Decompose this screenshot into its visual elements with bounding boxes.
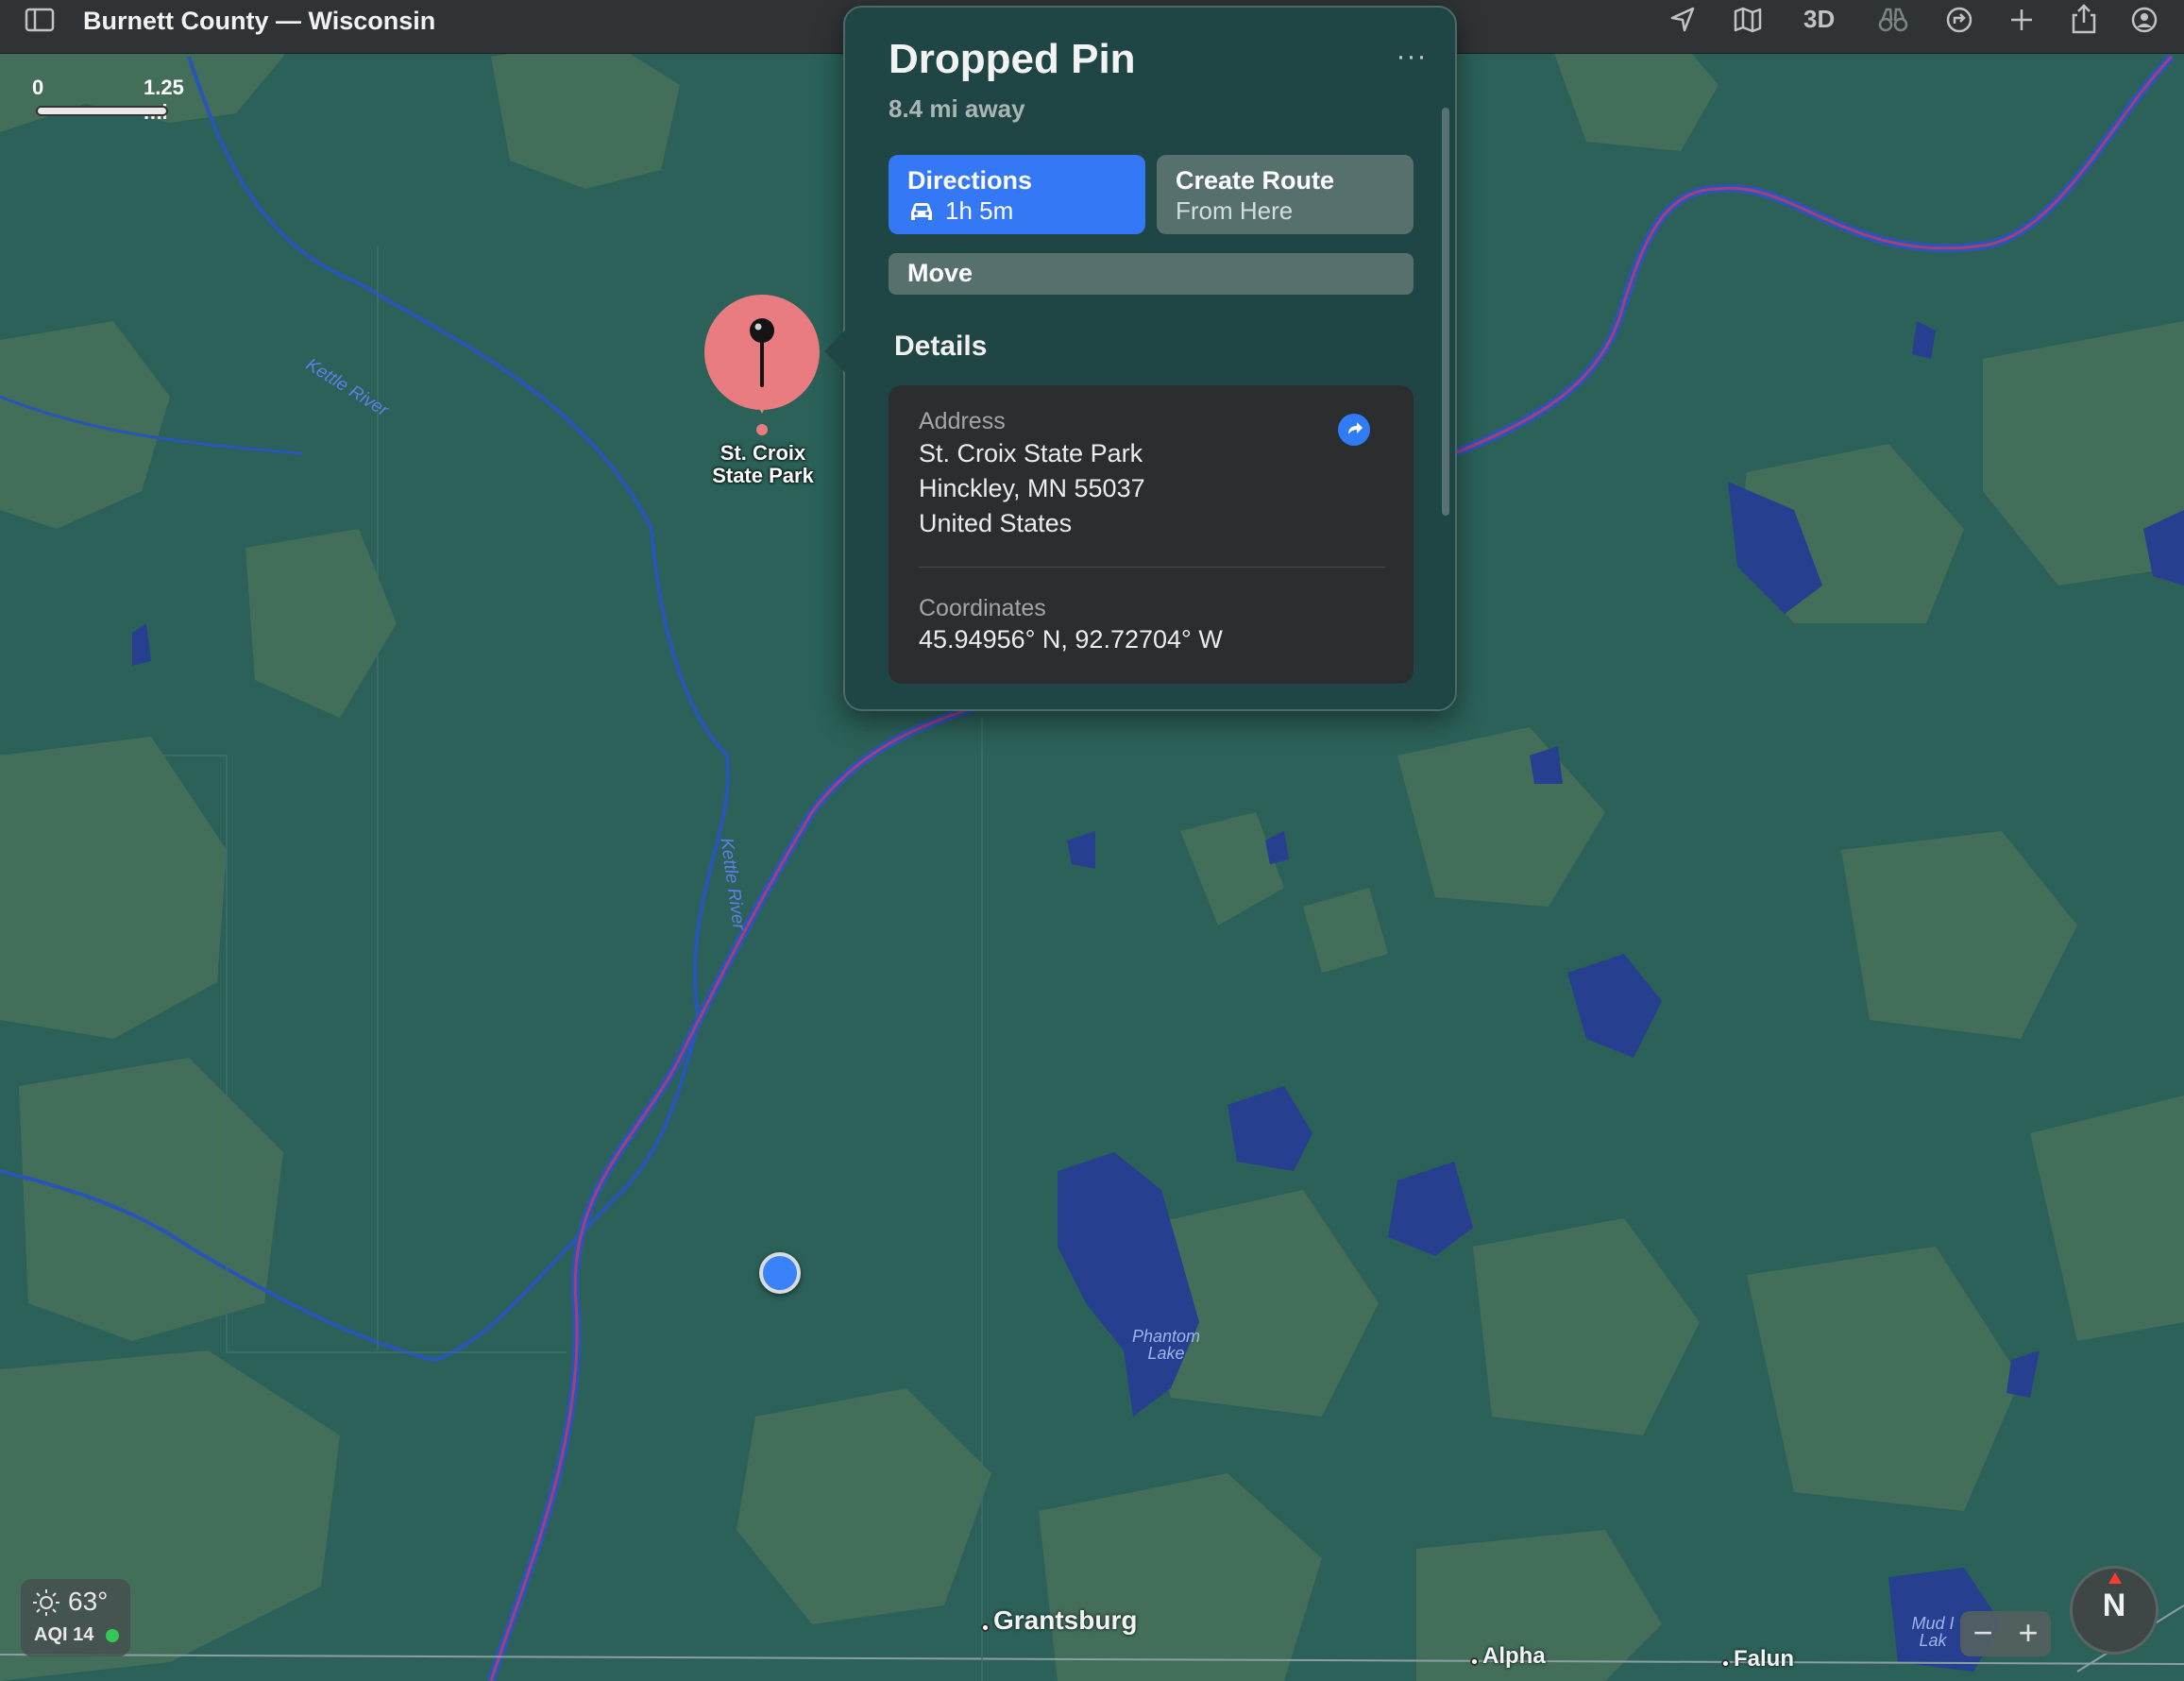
share-icon[interactable] (2064, 2, 2104, 38)
directions-button[interactable]: Directions 1h 5m (889, 155, 1145, 234)
address-line2[interactable]: Hinckley, MN 55037 (919, 471, 1145, 506)
create-route-button[interactable]: Create Route From Here (1157, 155, 1414, 234)
phantom-lake-label-line1: Phantom (1131, 1327, 1201, 1346)
zoom-in-button[interactable]: + (2006, 1611, 2051, 1656)
open-address-icon[interactable] (1338, 414, 1370, 446)
create-route-label: Create Route (1176, 166, 1335, 195)
details-card: Address St. Croix State Park Hinckley, M… (889, 385, 1414, 684)
aqi-status-dot (106, 1629, 119, 1642)
sidebar-icon[interactable] (21, 2, 59, 38)
pin-label: St. Croix State Park (676, 442, 850, 487)
popover-scrollbar[interactable] (1442, 108, 1449, 516)
compass-label: N (2102, 1588, 2126, 1623)
map-scale: 0 1.25 mi (32, 76, 184, 124)
account-icon[interactable] (2125, 2, 2164, 38)
phantom-lake-label: Phantom Lake (1119, 1328, 1213, 1362)
car-icon (911, 203, 932, 220)
scale-bar (38, 108, 166, 114)
compass[interactable]: N (2070, 1566, 2159, 1655)
create-route-sub: From Here (1176, 196, 1294, 225)
coordinates-value[interactable]: 45.94956° N, 92.72704° W (919, 622, 1223, 657)
place-card-popover: Dropped Pin 8.4 mi away ··· Directions 1… (824, 6, 1457, 711)
3d-toggle[interactable]: 3D (1803, 3, 1835, 35)
coordinates-label: Coordinates (919, 595, 1046, 621)
more-options-button[interactable]: ··· (1391, 42, 1432, 76)
current-location-dot[interactable] (759, 1252, 801, 1294)
phantom-lake-label-line2: Lake (1147, 1344, 1185, 1363)
map-icon[interactable] (1728, 2, 1768, 38)
move-label: Move (907, 259, 973, 287)
location-arrow-icon[interactable] (1664, 2, 1703, 38)
refresh-route-icon[interactable] (1939, 2, 1979, 38)
aqi-label: AQI 14 (34, 1624, 94, 1645)
scale-start: 0 (32, 76, 44, 99)
address-line3[interactable]: United States (919, 506, 1072, 541)
plus-icon[interactable] (2002, 2, 2041, 38)
grantsburg-dot (981, 1623, 990, 1632)
grantsburg-label[interactable]: Grantsburg (993, 1605, 1137, 1636)
address-label: Address (919, 408, 1006, 434)
zoom-controls: − + (1960, 1611, 2051, 1656)
sun-icon (33, 1589, 59, 1616)
scale-end: 1.25 mi (144, 76, 184, 124)
address-line1[interactable]: St. Croix State Park (919, 436, 1143, 471)
popover-arrow (824, 331, 845, 372)
pin-label-line1: St. Croix (720, 441, 806, 465)
pin-location-dot (756, 424, 768, 435)
pushpin-icon (750, 318, 774, 387)
temperature: 63° (68, 1587, 109, 1616)
directions-time: 1h 5m (945, 196, 1014, 225)
move-button[interactable]: Move (889, 253, 1414, 295)
place-title: Dropped Pin (889, 36, 1136, 82)
directions-label: Directions (907, 166, 1033, 195)
window-title: Burnett County — Wisconsin (83, 7, 436, 35)
mud-lake-label-line1: Mud I (1911, 1614, 1955, 1633)
binoculars-icon[interactable] (1873, 2, 1913, 38)
falun-label[interactable]: Falun (1734, 1646, 1794, 1673)
mud-lake-label: Mud I Lak (1900, 1615, 1966, 1649)
zoom-out-button[interactable]: − (1960, 1611, 2006, 1656)
details-heading: Details (894, 331, 988, 362)
mud-lake-label-line2: Lak (1919, 1631, 1947, 1650)
alpha-label[interactable]: Alpha (1482, 1643, 1546, 1670)
alpha-dot (1470, 1657, 1479, 1666)
pin-label-line2: State Park (712, 464, 814, 487)
falun-dot (1721, 1659, 1730, 1668)
place-distance: 8.4 mi away (889, 94, 1025, 123)
dropped-pin[interactable]: St. Croix State Park (704, 295, 821, 487)
compass-north-arrow-icon (2108, 1572, 2122, 1584)
card-divider (919, 567, 1385, 568)
weather-widget[interactable]: 63° AQI 14 (21, 1579, 130, 1656)
